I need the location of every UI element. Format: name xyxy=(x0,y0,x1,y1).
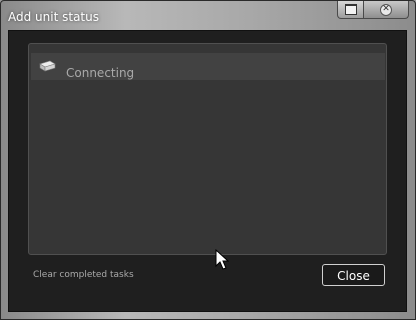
drive-icon xyxy=(39,60,56,72)
dialog-content: Connecting Clear completed tasks Close xyxy=(8,30,407,312)
close-button[interactable]: Close xyxy=(322,264,385,286)
task-item[interactable]: Connecting xyxy=(31,53,385,80)
restore-button[interactable] xyxy=(337,1,364,19)
caption-buttons: ✕ xyxy=(337,1,409,19)
window-title: Add unit status xyxy=(8,10,99,24)
clear-completed-tasks-link[interactable]: Clear completed tasks xyxy=(33,270,134,280)
restore-icon xyxy=(344,4,357,15)
title-bar[interactable]: Add unit status ✕ xyxy=(1,1,415,29)
close-icon: ✕ xyxy=(380,3,392,16)
task-list: Connecting xyxy=(28,43,387,255)
task-status-label: Connecting xyxy=(66,66,135,80)
window-close-button[interactable]: ✕ xyxy=(364,1,409,19)
mouse-cursor-icon xyxy=(215,249,229,270)
dialog-window: Add unit status ✕ Connecting Clear compl… xyxy=(0,0,416,320)
